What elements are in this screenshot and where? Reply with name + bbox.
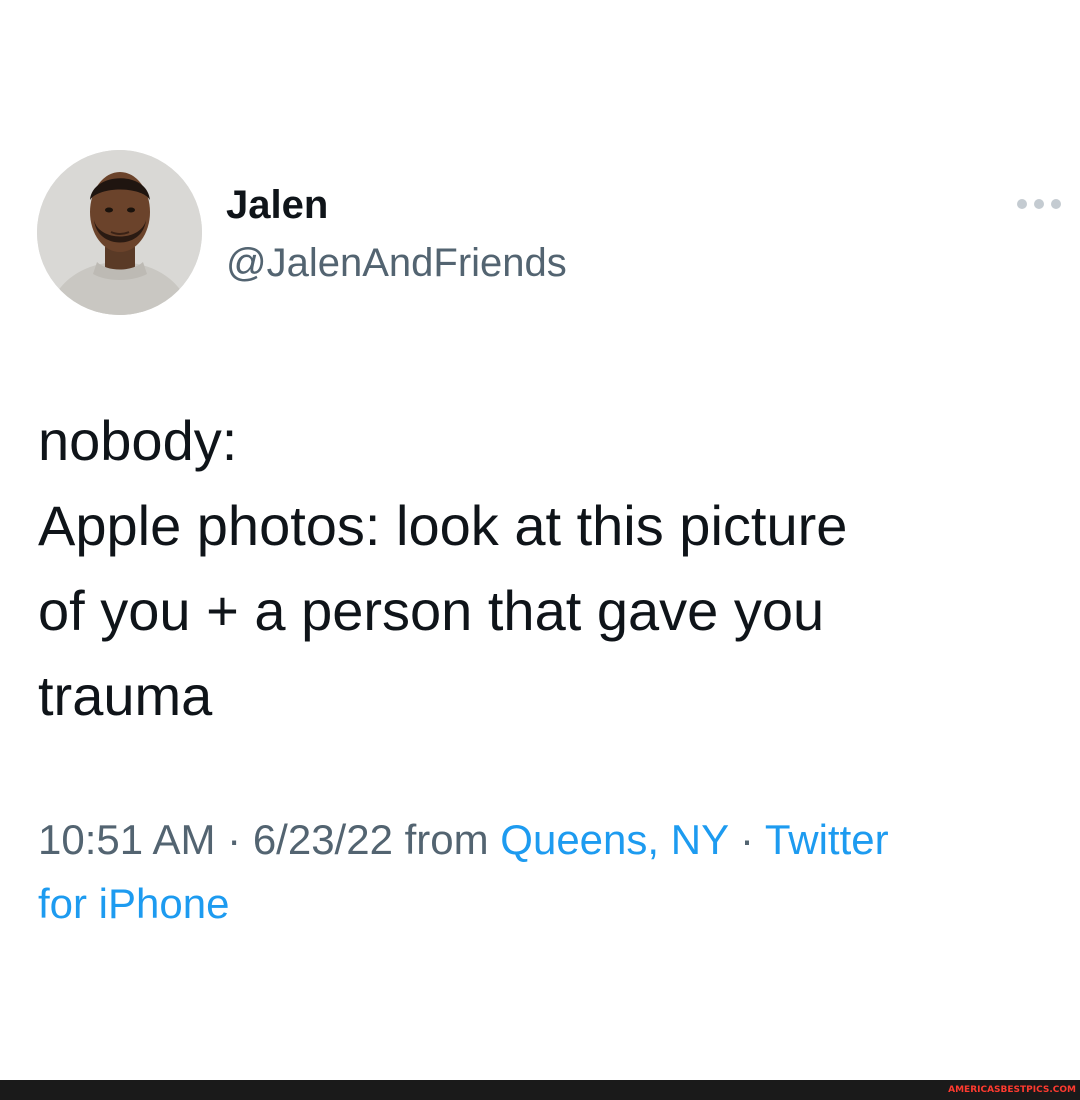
profile-photo-icon: [37, 150, 202, 315]
tweet-date[interactable]: 6/23/22: [253, 816, 393, 863]
tweet-line: nobody:: [38, 409, 238, 472]
from-label: from: [404, 816, 489, 863]
tweet-line: trauma: [38, 664, 213, 727]
more-horizontal-icon[interactable]: [1014, 190, 1064, 218]
location-link[interactable]: Queens, NY: [500, 816, 728, 863]
tweet-line: of you + a person that gave you: [38, 579, 825, 642]
tweet-text: nobody: Apple photos: look at this pictu…: [38, 398, 1048, 738]
meta-separator: ·: [740, 816, 754, 863]
watermark: AMERICASBESTPICS.COM: [948, 1085, 1076, 1095]
author-handle[interactable]: @JalenAndFriends: [226, 238, 567, 288]
tweet-time[interactable]: 10:51 AM: [38, 816, 215, 863]
tweet-line: Apple photos: look at this picture: [38, 494, 848, 557]
source-link-continued[interactable]: for iPhone: [38, 880, 229, 927]
meta-separator: ·: [227, 816, 242, 863]
source-link[interactable]: Twitter: [765, 816, 889, 863]
author-display-name[interactable]: Jalen: [226, 180, 328, 230]
avatar[interactable]: [37, 150, 202, 315]
footer-bar: AMERICASBESTPICS.COM: [0, 1080, 1080, 1100]
tweet-metadata: 10:51 AM · 6/23/22 from Queens, NY · Twi…: [38, 808, 1048, 936]
